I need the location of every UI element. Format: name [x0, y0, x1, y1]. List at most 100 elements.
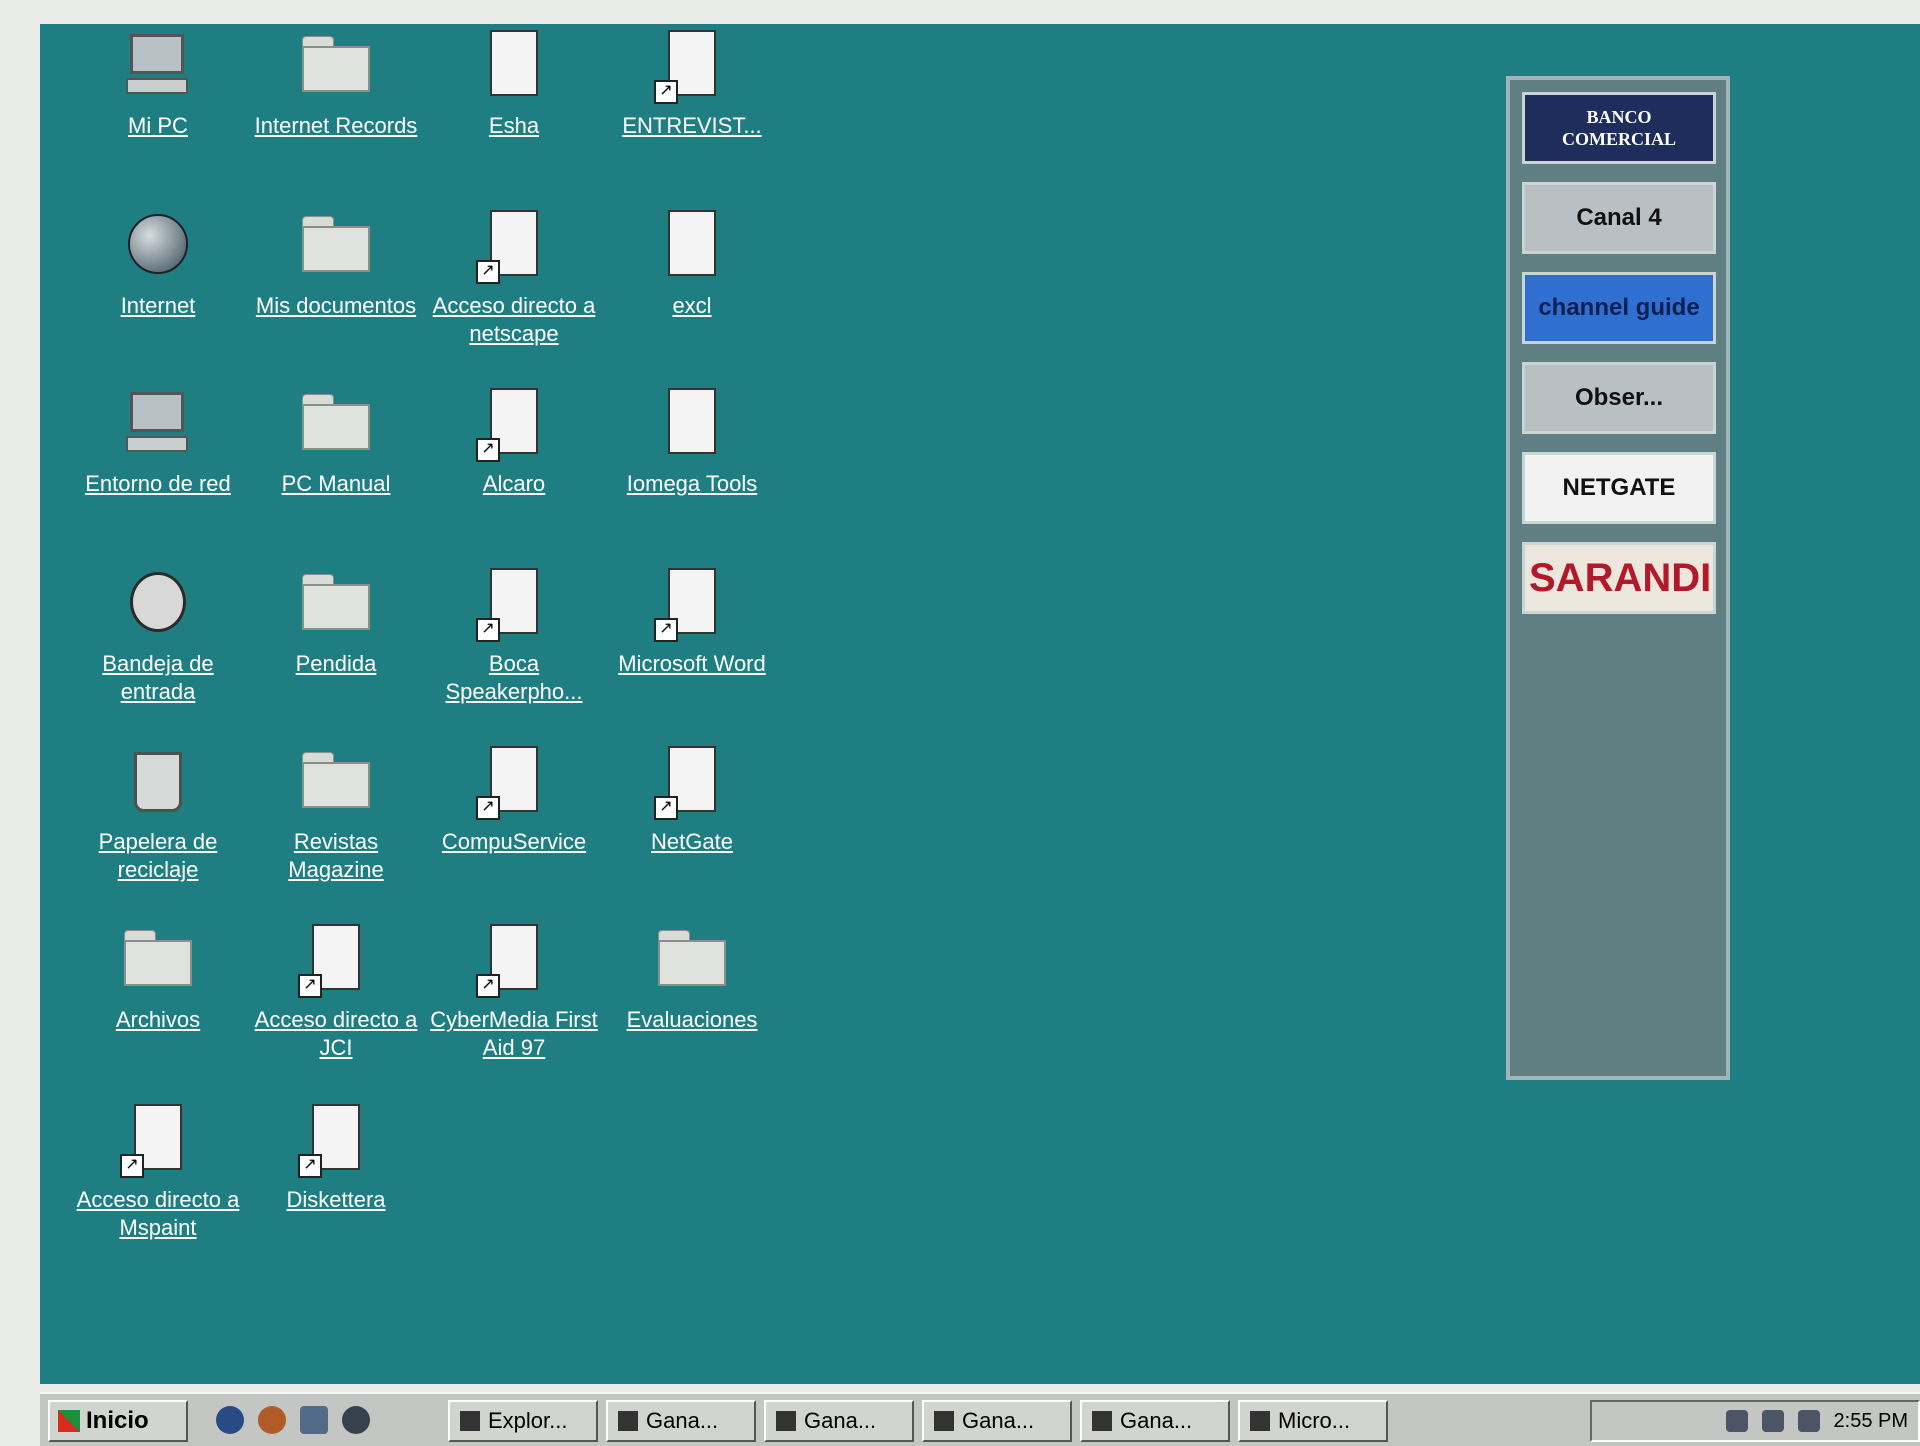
network-icon — [120, 386, 196, 462]
desktop-icon[interactable]: Mi PC — [70, 28, 246, 140]
taskbar: Inicio Explor... Gana... Gana... Gana... Gan… — [40, 1392, 1920, 1446]
desktop-icon[interactable]: PC Manual — [248, 386, 424, 498]
folder-icon — [654, 922, 730, 998]
desktop-icon[interactable]: ↗ CyberMedia First Aid 97 — [426, 922, 602, 1062]
desktop-icon[interactable]: Internet — [70, 208, 246, 320]
taskbar-button-label: Gana... — [804, 1408, 877, 1433]
desktop-icon[interactable]: Iomega Tools — [604, 386, 780, 498]
window-icon — [460, 1411, 480, 1431]
start-button[interactable]: Inicio — [48, 1400, 188, 1442]
window-icon — [1092, 1411, 1112, 1431]
taskbar-button[interactable]: Gana... — [606, 1400, 756, 1442]
channel-bar: BANCO COMERCIAL Canal 4 channel guide Obser… — [1506, 76, 1730, 1080]
desktop-icon[interactable]: excl — [604, 208, 780, 320]
channel-button[interactable]: channel guide — [1522, 272, 1716, 344]
desktop-icon[interactable]: Pendida — [248, 566, 424, 678]
desktop-icon-label: CyberMedia First Aid 97 — [430, 1007, 598, 1060]
scheduler-tray-icon[interactable] — [1797, 1410, 1820, 1432]
folder-icon — [120, 922, 196, 998]
compuserve-shortcut-icon: ↗ — [476, 744, 552, 820]
floppy-shortcut-icon: ↗ — [298, 1102, 374, 1178]
desktop-icon[interactable]: Evaluaciones — [604, 922, 780, 1034]
desktop-icon-label: Boca Speakerpho... — [445, 651, 583, 704]
window-icon — [776, 1411, 796, 1431]
desktop-icon[interactable]: Papelera de reciclaje — [70, 744, 246, 884]
desktop-icon-label: Archivos — [115, 1007, 201, 1032]
desktop-icon-label: Acceso directo a JCI — [254, 1007, 418, 1060]
window-icon — [618, 1411, 638, 1431]
taskbar-button[interactable]: Micro... — [1238, 1400, 1388, 1442]
desktop-icon[interactable]: Archivos — [70, 922, 246, 1034]
desktop: Mi PC Internet Records Esha ↗ ENTREVIST... In… — [40, 24, 1920, 1384]
window-icon — [934, 1411, 954, 1431]
desktop-icon[interactable]: ↗ Acceso directo a Mspaint — [70, 1102, 246, 1242]
desktop-icon-label: Esha — [488, 113, 540, 138]
document-shortcut-icon: ↗ — [476, 566, 552, 642]
desktop-icon[interactable]: ↗ Diskettera — [248, 1102, 424, 1214]
application-icon — [654, 208, 730, 284]
channel-button[interactable]: SARANDI — [1522, 542, 1716, 614]
taskbar-button[interactable]: Gana... — [764, 1400, 914, 1442]
folder-icon — [298, 28, 374, 104]
window-icon — [1250, 1411, 1270, 1431]
desktop-icon-label: excl — [672, 293, 712, 318]
paint-shortcut-icon: ↗ — [120, 1102, 196, 1178]
desktop-icon[interactable]: ↗ Microsoft Word — [604, 566, 780, 678]
channel-label: channel guide — [1538, 294, 1700, 321]
channels-icon[interactable] — [342, 1406, 370, 1434]
desktop-icon[interactable]: ↗ Boca Speakerpho... — [426, 566, 602, 706]
taskbar-button[interactable]: Gana... — [922, 1400, 1072, 1442]
desktop-icon-label: ENTREVIST... — [622, 113, 762, 138]
network-tray-icon[interactable] — [1725, 1410, 1748, 1432]
desktop-icon[interactable]: Esha — [426, 28, 602, 140]
start-label: Inicio — [86, 1407, 149, 1434]
windows-logo-icon — [58, 1410, 80, 1432]
channel-button[interactable]: Obser... — [1522, 362, 1716, 434]
desktop-icon[interactable]: ↗ Acceso directo a netscape — [426, 208, 602, 348]
document-shortcut-icon: ↗ — [476, 386, 552, 462]
outlook-express-icon[interactable] — [258, 1406, 286, 1434]
taskbar-button-label: Explor... — [488, 1408, 568, 1433]
desktop-icon[interactable]: Mis documentos — [248, 208, 424, 320]
clock: 2:55 PM — [1833, 1409, 1908, 1432]
channel-button[interactable]: BANCO COMERCIAL — [1522, 92, 1716, 164]
desktop-icon-label: NetGate — [651, 829, 733, 854]
channel-button[interactable]: NETGATE — [1522, 452, 1716, 524]
system-tray: 2:55 PM — [1590, 1400, 1920, 1442]
desktop-icon[interactable]: ↗ Acceso directo a JCI — [248, 922, 424, 1062]
desktop-icon-label: Alcaro — [482, 471, 546, 496]
recycle-bin-icon — [120, 744, 196, 820]
desktop-icon[interactable]: ↗ ENTREVIST... — [604, 28, 780, 140]
netscape-shortcut-icon: ↗ — [476, 208, 552, 284]
taskbar-button[interactable]: Explor... — [448, 1400, 598, 1442]
desktop-icon-label: Evaluaciones — [626, 1007, 758, 1032]
volume-tray-icon[interactable] — [1761, 1410, 1784, 1432]
folder-icon — [298, 386, 374, 462]
taskbar-button-label: Gana... — [1120, 1408, 1193, 1433]
channel-label: Obser... — [1574, 384, 1664, 411]
desktop-icon[interactable]: Bandeja de entrada — [70, 566, 246, 706]
desktop-icon-label: Bandeja de entrada — [102, 651, 214, 704]
desktop-icon[interactable]: Revistas Magazine — [248, 744, 424, 884]
taskbar-button-label: Gana... — [646, 1408, 719, 1433]
desktop-icon-label: Mi PC — [128, 113, 188, 138]
computer-icon — [120, 28, 196, 104]
folder-icon — [298, 208, 374, 284]
desktop-icon[interactable]: Entorno de red — [70, 386, 246, 498]
desktop-icon[interactable]: ↗ Alcaro — [426, 386, 602, 498]
desktop-icon-label: Acceso directo a Mspaint — [76, 1187, 240, 1240]
desktop-icon[interactable]: Internet Records — [248, 28, 424, 140]
taskbar-button[interactable]: Gana... — [1080, 1400, 1230, 1442]
desktop-icon-label: Internet Records — [254, 113, 418, 138]
first-aid-shortcut-icon: ↗ — [476, 922, 552, 998]
folder-icon — [298, 744, 374, 820]
channel-button[interactable]: Canal 4 — [1522, 182, 1716, 254]
document-icon — [476, 28, 552, 104]
word-shortcut-icon: ↗ — [654, 566, 730, 642]
show-desktop-icon[interactable] — [300, 1406, 328, 1434]
desktop-icon[interactable]: ↗ NetGate — [604, 744, 780, 856]
desktop-icon[interactable]: ↗ CompuService — [426, 744, 602, 856]
desktop-icon-label: Internet — [120, 293, 196, 318]
desktop-icon-label: Diskettera — [286, 1187, 386, 1212]
internet-explorer-icon[interactable] — [216, 1406, 244, 1434]
